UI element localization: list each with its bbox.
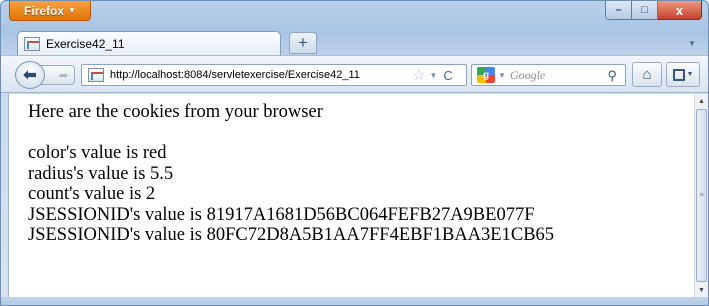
- cookie-line: JSESSIONID's value is 80FC72D8A5B1AA7FF4…: [28, 225, 555, 245]
- search-bar[interactable]: g ▼ ⚲: [471, 64, 626, 86]
- forward-arrow-icon: ➡: [58, 69, 68, 82]
- cookie-line: radius's value is 5.5: [28, 163, 174, 184]
- firefox-menu-button[interactable]: Firefox ▼: [9, 1, 91, 21]
- page-favicon-icon: [24, 37, 40, 51]
- search-input[interactable]: [509, 67, 600, 83]
- tab-title: Exercise42_11: [46, 37, 125, 51]
- new-tab-button[interactable]: +: [289, 32, 317, 54]
- site-identity-icon: [88, 68, 104, 82]
- search-icon[interactable]: ⚲: [607, 68, 617, 84]
- chevron-down-icon: ▼: [68, 6, 76, 15]
- tab-exercise42-11[interactable]: Exercise42_11: [17, 31, 281, 56]
- bookmark-star-icon[interactable]: ☆: [412, 66, 425, 84]
- scroll-thumb[interactable]: ≡: [696, 109, 707, 282]
- chevron-down-icon: ▼: [686, 71, 694, 78]
- cookie-line: count's value is 2: [28, 184, 156, 204]
- maximize-button[interactable]: □: [632, 1, 658, 20]
- window-controls: – □ x: [605, 1, 702, 20]
- url-input[interactable]: [110, 69, 410, 81]
- tab-list-chevron-icon[interactable]: ▼: [688, 39, 698, 48]
- title-bar: Firefox ▼ – □ x: [1, 1, 708, 27]
- cookie-line: JSESSIONID's value is 81917A1681D56BC064…: [28, 204, 535, 225]
- tab-strip: Exercise42_11 + ▼: [1, 27, 708, 56]
- cookie-report: Here are the cookies from your browser c…: [28, 102, 554, 246]
- scroll-down-arrow-icon[interactable]: ▼: [695, 283, 708, 297]
- page-content: Here are the cookies from your browser c…: [8, 94, 694, 297]
- home-button[interactable]: ⌂: [632, 62, 662, 87]
- google-engine-icon[interactable]: g: [477, 67, 495, 83]
- back-forward-group: ⬅ ➡: [15, 61, 77, 89]
- close-button[interactable]: x: [658, 1, 702, 20]
- vertical-scrollbar[interactable]: ▲ ≡ ▼: [694, 94, 708, 297]
- minimize-button[interactable]: –: [605, 1, 632, 20]
- window-bottom-frame: [1, 297, 708, 305]
- navigation-toolbar: ⬅ ➡ ☆ ▼ C g ▼ ⚲ ⌂ ▼: [1, 55, 708, 93]
- bookmarks-button[interactable]: ▼: [666, 62, 700, 87]
- reload-icon[interactable]: C: [443, 68, 452, 83]
- history-dropdown-icon[interactable]: ▼: [429, 71, 437, 80]
- back-arrow-icon: ⬅: [23, 67, 37, 84]
- browser-window: Firefox ▼ – □ x Exercise42_11 + ▼ ⬅ ➡ ht…: [0, 0, 709, 306]
- address-bar[interactable]: ☆ ▼ C: [81, 64, 467, 86]
- bookmarks-icon: [672, 68, 685, 81]
- page-heading: Here are the cookies from your browser: [28, 102, 323, 122]
- firefox-menu-label: Firefox: [24, 3, 65, 18]
- home-icon: ⌂: [642, 66, 652, 83]
- engine-dropdown-icon[interactable]: ▼: [498, 71, 506, 80]
- scroll-up-arrow-icon[interactable]: ▲: [695, 94, 708, 108]
- back-button[interactable]: ⬅: [15, 61, 45, 89]
- cookie-line: color's value is red: [28, 143, 167, 163]
